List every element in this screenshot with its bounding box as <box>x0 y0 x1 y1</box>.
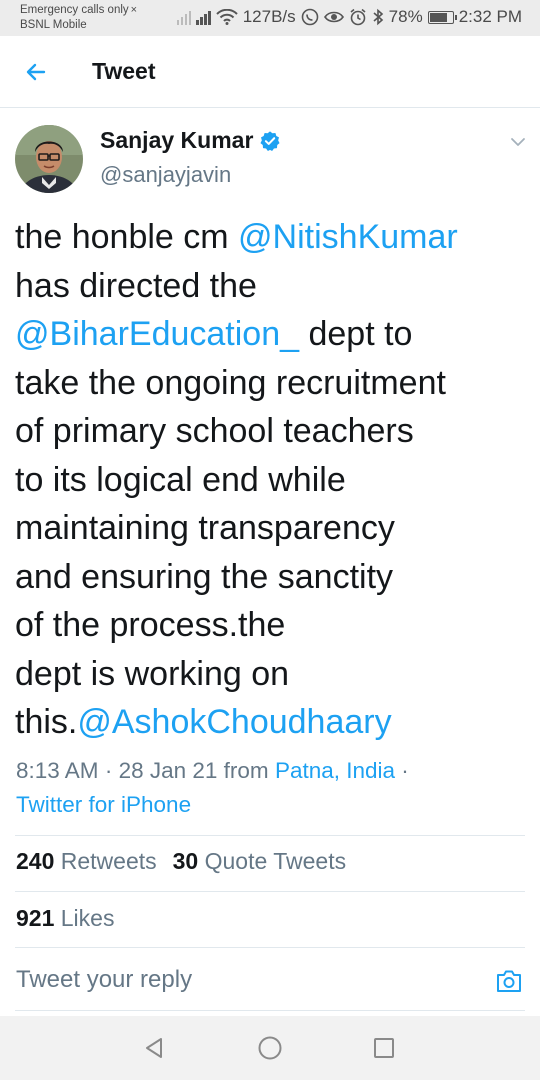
mention-link[interactable]: @AshokChoudhaary <box>77 703 391 741</box>
eye-icon <box>323 10 344 24</box>
nav-home-button[interactable] <box>254 1032 286 1064</box>
camera-button[interactable] <box>492 964 526 998</box>
likes-stat[interactable]: 921 Likes <box>16 905 114 932</box>
engagement-stats: 240 Retweets 30 Quote Tweets <box>16 848 346 875</box>
more-options-button[interactable] <box>506 132 530 152</box>
page-title: Tweet <box>92 58 156 84</box>
verified-badge-icon <box>259 130 281 152</box>
retweets-stat[interactable]: 240 Retweets <box>16 848 157 875</box>
avatar[interactable] <box>15 125 83 193</box>
author-name-text: Sanjay Kumar <box>100 127 254 153</box>
chevron-down-icon <box>511 138 525 146</box>
whatsapp-icon <box>301 8 319 26</box>
close-small-icon: × <box>130 4 138 16</box>
author-handle[interactable]: @sanjayjavin <box>100 162 231 188</box>
tweet-text-segment: the honble cm <box>15 218 239 256</box>
wifi-icon <box>216 9 238 25</box>
likes-label: Likes <box>60 905 115 931</box>
divider <box>15 835 525 836</box>
tweet-date: 28 Jan 21 <box>118 758 218 783</box>
quote-tweets-stat[interactable]: 30 Quote Tweets <box>173 848 346 875</box>
source-link[interactable]: Twitter for iPhone <box>16 792 191 817</box>
battery-icon <box>427 10 457 24</box>
divider <box>15 947 525 948</box>
quote-tweets-count: 30 <box>172 848 199 874</box>
bluetooth-icon <box>372 8 384 26</box>
divider <box>15 891 525 892</box>
location-link[interactable]: Patna, India <box>275 758 395 783</box>
carrier-line-1: Emergency calls only <box>20 4 129 16</box>
signal-icon <box>176 9 192 25</box>
carrier-info: Emergency calls only × BSNL Mobile <box>20 3 137 33</box>
signal-icon <box>196 9 211 25</box>
square-recents-icon <box>374 1038 394 1058</box>
status-bar: Emergency calls only × BSNL Mobile 127B/s… <box>0 0 540 36</box>
author-name[interactable]: Sanjay Kumar <box>100 127 281 154</box>
status-icons: 127B/s 78% 2:32 PM <box>176 7 522 27</box>
mention-link[interactable]: @BiharEducation_ <box>15 315 299 353</box>
retweets-label: Retweets <box>60 848 157 874</box>
battery-percent: 78% <box>388 7 423 26</box>
tweet-time: 8:13 AM <box>16 758 99 783</box>
quote-tweets-label: Quote Tweets <box>204 848 347 874</box>
likes-count: 921 <box>16 905 55 931</box>
tweet-text-segment: dept to take the ongoing recruitment of … <box>15 315 446 741</box>
camera-icon <box>497 970 521 992</box>
system-navigation-bar <box>0 1016 540 1080</box>
triangle-back-icon <box>146 1038 162 1058</box>
arrow-left-icon <box>26 63 46 81</box>
clock: 2:32 PM <box>458 7 522 26</box>
carrier-line-2: BSNL Mobile <box>20 19 87 31</box>
retweets-count: 240 <box>16 848 55 874</box>
divider <box>15 1010 525 1011</box>
tweet-metadata: 8:13 AM · 28 Jan 21 from Patna, India · … <box>16 758 409 817</box>
mention-link[interactable]: @NitishKumar <box>238 218 458 256</box>
tweet-text: the honble cm @NitishKumar has directed … <box>15 213 527 747</box>
back-button[interactable] <box>18 54 54 90</box>
circle-home-icon <box>258 1036 282 1060</box>
network-speed: 127B/s <box>242 7 296 26</box>
alarm-icon <box>349 8 367 26</box>
reply-input[interactable]: Tweet your reply <box>16 966 192 994</box>
tweet-text-segment: has directed the <box>15 266 257 305</box>
nav-back-button[interactable] <box>138 1032 170 1064</box>
top-app-bar: Tweet <box>0 36 540 108</box>
nav-recents-button[interactable] <box>368 1032 400 1064</box>
from-label: from <box>223 758 269 783</box>
